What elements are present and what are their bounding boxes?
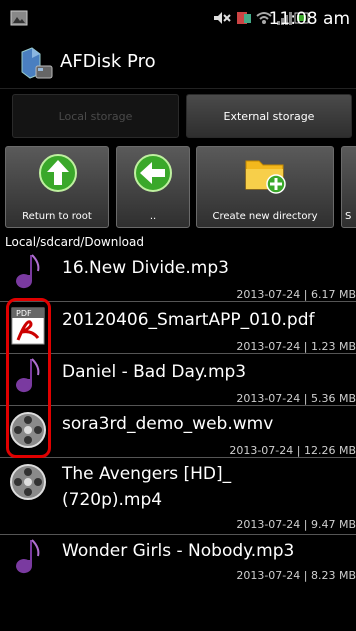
film-reel-icon: [10, 464, 46, 500]
file-name-line1: The Avengers [HD]_: [62, 464, 232, 484]
file-meta: 2013-07-24 | 1.23 MB: [236, 340, 356, 353]
partial-toolbar-label: S: [345, 211, 352, 222]
music-note-icon: [16, 539, 40, 574]
file-meta: 2013-07-24 | 12.26 MB: [229, 444, 356, 457]
sim-notification-icon: [237, 12, 251, 24]
new-folder-icon: [245, 160, 286, 194]
file-row[interactable]: Daniel - Bad Day.mp3 2013-07-24 | 5.36 M…: [0, 354, 356, 405]
tab-external-storage[interactable]: External storage: [186, 94, 352, 138]
file-name-line2: (720p).mp4: [62, 490, 163, 510]
mute-icon: [214, 12, 231, 24]
create-new-directory-button[interactable]: Create new directory: [196, 146, 334, 228]
file-row[interactable]: Wonder Girls - Nobody.mp3 2013-07-24 | 8…: [0, 535, 356, 586]
arrow-left-icon: [134, 154, 172, 192]
file-row[interactable]: sora3rd_demo_web.wmv 2013-07-24 | 12.26 …: [0, 406, 356, 457]
tab-external-storage-label: External storage: [223, 109, 315, 123]
app-title: AFDisk Pro: [60, 51, 156, 72]
current-path: Local/sdcard/Download: [5, 235, 144, 249]
up-directory-button[interactable]: ..: [116, 146, 190, 228]
file-meta: 2013-07-24 | 6.17 MB: [236, 288, 356, 301]
return-to-root-label: Return to root: [22, 211, 92, 222]
arrow-up-icon: [39, 154, 77, 192]
file-row[interactable]: PDF 20120406_SmartAPP_010.pdf 2013-07-24…: [0, 302, 356, 353]
file-name: 16.New Divide.mp3: [62, 258, 229, 278]
file-name: sora3rd_demo_web.wmv: [62, 414, 274, 434]
file-meta: 2013-07-24 | 9.47 MB: [236, 518, 356, 531]
file-row[interactable]: 16.New Divide.mp3 2013-07-24 | 6.17 MB: [0, 250, 356, 301]
partial-toolbar-button[interactable]: S: [341, 146, 356, 228]
icon-highlight-box: [6, 298, 51, 458]
tab-local-storage[interactable]: Local storage: [12, 94, 179, 138]
action-bar: AFDisk Pro: [0, 38, 356, 89]
status-time: 11:08 am: [268, 9, 350, 29]
create-new-directory-label: Create new directory: [212, 211, 318, 222]
app-logo-icon: [21, 47, 53, 79]
tab-local-storage-label: Local storage: [58, 109, 133, 123]
up-directory-label: ..: [149, 211, 157, 222]
file-row[interactable]: The Avengers [HD]_ (720p).mp4 2013-07-24…: [0, 458, 356, 534]
status-bar: 11:08 am: [0, 0, 356, 38]
file-meta: 2013-07-24 | 8.23 MB: [236, 569, 356, 582]
file-name: Wonder Girls - Nobody.mp3: [62, 541, 295, 561]
music-note-icon: [16, 254, 40, 289]
gallery-notification-icon: [10, 10, 28, 26]
file-name: 20120406_SmartAPP_010.pdf: [62, 310, 315, 330]
file-name: Daniel - Bad Day.mp3: [62, 362, 247, 382]
return-to-root-button[interactable]: Return to root: [5, 146, 109, 228]
file-meta: 2013-07-24 | 5.36 MB: [236, 392, 356, 405]
